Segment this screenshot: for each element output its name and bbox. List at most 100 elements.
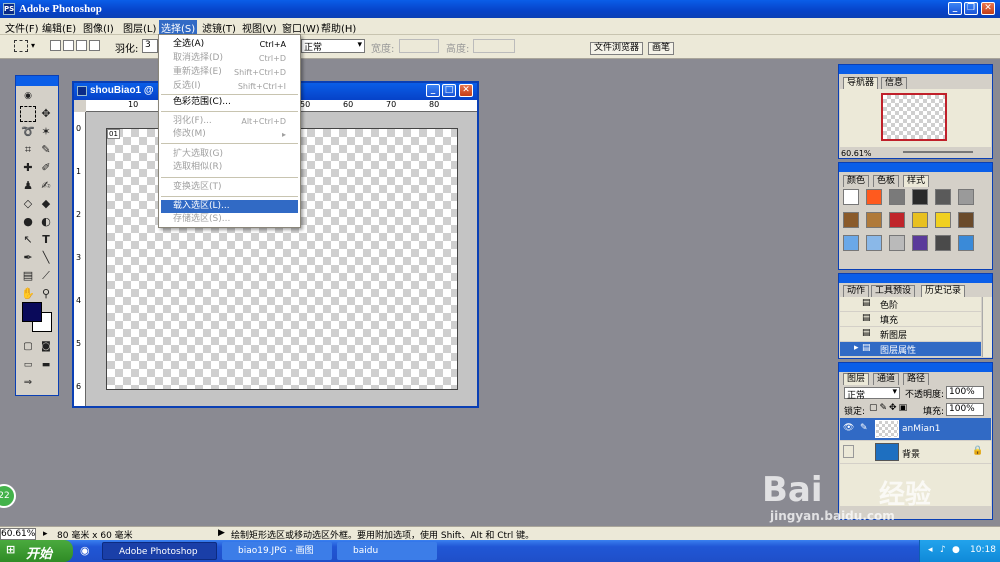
menu-item-reselect[interactable]: 重新选择(E) Shift+Ctrl+D bbox=[161, 66, 298, 79]
menu-item-transform-selection[interactable]: 变换选区(T) bbox=[161, 181, 298, 194]
task-paint[interactable]: biao19.JPG - 画图 bbox=[222, 542, 332, 560]
minimize-button[interactable]: _ bbox=[948, 2, 962, 15]
style-swatch[interactable] bbox=[935, 235, 951, 251]
style-swatch[interactable] bbox=[912, 235, 928, 251]
style-swatch[interactable] bbox=[889, 212, 905, 228]
style-swatch[interactable] bbox=[935, 189, 951, 205]
style-select[interactable]: 正常 ▾ bbox=[301, 39, 365, 53]
magic-wand-tool-icon[interactable]: ✶ bbox=[38, 124, 54, 140]
menu-select[interactable]: 选择(S) bbox=[159, 20, 198, 35]
lasso-tool-icon[interactable]: ➰ bbox=[20, 124, 36, 140]
tab-swatches[interactable]: 色板 bbox=[873, 175, 900, 187]
menu-item-save-selection[interactable]: 存储选区(S)... bbox=[161, 213, 298, 226]
history-item-active[interactable]: ▸ ▤ 图层属性 bbox=[840, 342, 981, 356]
tab-paths[interactable]: 路径 bbox=[903, 373, 930, 385]
style-swatch[interactable] bbox=[958, 212, 974, 228]
blur-tool-icon[interactable]: ● bbox=[20, 214, 36, 230]
pen-tool-icon[interactable]: ✒ bbox=[20, 250, 36, 266]
menu-layer[interactable]: 图层(L) bbox=[121, 20, 158, 35]
quick-launch-icon[interactable]: ◉ bbox=[80, 544, 90, 557]
tab-color[interactable]: 颜色 bbox=[843, 175, 870, 187]
menu-image[interactable]: 图像(I) bbox=[81, 20, 116, 35]
clone-stamp-tool-icon[interactable]: ♟ bbox=[20, 178, 36, 194]
history-brush-tool-icon[interactable]: ✍ bbox=[38, 178, 54, 194]
standard-mode-icon[interactable]: ▢ bbox=[20, 339, 36, 355]
style-swatch[interactable] bbox=[889, 189, 905, 205]
intersect-selection-icon[interactable] bbox=[89, 40, 100, 51]
history-item[interactable]: ▤ 色阶 bbox=[840, 297, 981, 311]
clock[interactable]: 10:18 bbox=[970, 545, 996, 555]
doc-maximize-button[interactable]: □ bbox=[442, 84, 456, 97]
panel-header[interactable] bbox=[839, 363, 992, 372]
move-tool-icon[interactable]: ✥ bbox=[38, 106, 54, 122]
panel-header[interactable] bbox=[839, 274, 992, 283]
tab-styles[interactable]: 样式 bbox=[903, 175, 930, 187]
chevron-down-icon[interactable]: ▾ bbox=[31, 41, 35, 50]
style-swatch[interactable] bbox=[958, 189, 974, 205]
style-swatch[interactable] bbox=[912, 189, 928, 205]
tab-channels[interactable]: 通道 bbox=[873, 373, 900, 385]
subtract-selection-icon[interactable] bbox=[76, 40, 87, 51]
rect-marquee-tool-icon[interactable] bbox=[20, 106, 36, 122]
zoom-input[interactable]: 60.61% bbox=[0, 528, 36, 540]
add-selection-icon[interactable] bbox=[63, 40, 74, 51]
menu-item-inverse[interactable]: 反选(I) Shift+Ctrl+I bbox=[161, 80, 298, 93]
style-swatch[interactable] bbox=[912, 212, 928, 228]
menu-help[interactable]: 帮助(H) bbox=[319, 20, 358, 35]
navigator-zoom-slider[interactable] bbox=[903, 151, 973, 153]
visibility-toggle[interactable] bbox=[843, 445, 854, 458]
screen-mode-standard-icon[interactable]: ▭ bbox=[20, 357, 36, 373]
feather-input[interactable]: 3 bbox=[142, 39, 158, 53]
menu-item-modify[interactable]: 修改(M) ▸ bbox=[161, 128, 298, 141]
menu-item-grow[interactable]: 扩大选取(G) bbox=[161, 148, 298, 161]
app-title-bar[interactable]: PS Adobe Photoshop _ ❐ ✕ bbox=[0, 0, 1000, 18]
navigator-view-box[interactable] bbox=[881, 93, 947, 141]
menu-item-similar[interactable]: 选取相似(R) bbox=[161, 161, 298, 174]
brush-link-icon[interactable]: ✎ bbox=[860, 423, 868, 433]
path-select-tool-icon[interactable]: ↖ bbox=[20, 232, 36, 248]
tab-layers[interactable]: 图层 bbox=[843, 373, 870, 385]
lock-options-icons[interactable]: ▢✎✥▣ bbox=[869, 403, 909, 413]
style-swatch[interactable] bbox=[958, 235, 974, 251]
history-item[interactable]: ▤ 新图层 bbox=[840, 327, 981, 341]
history-item[interactable]: ▤ 填充 bbox=[840, 312, 981, 326]
menu-edit[interactable]: 编辑(E) bbox=[40, 20, 78, 35]
tab-info[interactable]: 信息 bbox=[881, 77, 908, 89]
tab-actions[interactable]: 动作 bbox=[843, 285, 870, 297]
menu-item-deselect[interactable]: 取消选择(D) Ctrl+D bbox=[161, 52, 298, 65]
layer-row[interactable]: 背景 🔒 bbox=[840, 441, 991, 463]
healing-brush-tool-icon[interactable]: ✚ bbox=[20, 160, 36, 176]
brush-tool-icon[interactable]: ✐ bbox=[38, 160, 54, 176]
menu-file[interactable]: 文件(F) bbox=[3, 20, 41, 35]
style-swatch[interactable] bbox=[843, 189, 859, 205]
eyedropper-tool-icon[interactable]: ⟋ bbox=[38, 268, 54, 284]
start-button[interactable]: ⊞ 开始 bbox=[0, 540, 73, 562]
doc-close-button[interactable]: ✕ bbox=[459, 84, 473, 97]
vertical-ruler[interactable]: 0 1 2 3 4 5 6 bbox=[74, 112, 86, 406]
crop-tool-icon[interactable]: ⌗ bbox=[20, 142, 36, 158]
opacity-input[interactable]: 100% bbox=[946, 386, 984, 399]
height-input[interactable] bbox=[473, 39, 515, 53]
notes-tool-icon[interactable]: ▤ bbox=[20, 268, 36, 284]
foreground-color-swatch-front[interactable] bbox=[22, 302, 42, 322]
new-selection-icon[interactable] bbox=[50, 40, 61, 51]
tab-navigator[interactable]: 导航器 bbox=[843, 77, 879, 89]
menu-item-load-selection[interactable]: 载入选区(L)... bbox=[161, 200, 298, 213]
paint-bucket-tool-icon[interactable]: ◆ bbox=[38, 196, 54, 212]
navigator-zoom[interactable]: 60.61% bbox=[841, 149, 872, 158]
blend-mode-select[interactable]: 正常 ▾ bbox=[844, 387, 900, 401]
task-photoshop[interactable]: Adobe Photoshop bbox=[102, 542, 217, 560]
history-scrollbar[interactable] bbox=[982, 297, 992, 357]
network-icon[interactable]: ◂ bbox=[928, 545, 933, 555]
tray-app-icon[interactable]: ● bbox=[952, 545, 960, 555]
toolbox-header[interactable] bbox=[16, 76, 58, 86]
eye-logo-icon[interactable]: ◉ bbox=[20, 88, 36, 104]
quick-mask-mode-icon[interactable]: ◙ bbox=[38, 339, 54, 355]
panel-header[interactable] bbox=[839, 65, 992, 74]
style-swatch[interactable] bbox=[866, 212, 882, 228]
close-button[interactable]: ✕ bbox=[981, 2, 995, 15]
screen-mode-full-icon[interactable]: ▬ bbox=[38, 357, 54, 373]
style-swatch[interactable] bbox=[843, 235, 859, 251]
slice-tool-icon[interactable]: ✎ bbox=[38, 142, 54, 158]
jump-to-imageready-icon[interactable]: ⇒ bbox=[20, 375, 36, 391]
